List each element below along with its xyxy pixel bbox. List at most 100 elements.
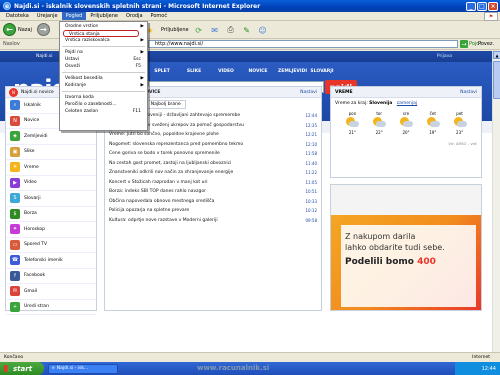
- tab-slike[interactable]: SLIKE: [182, 69, 206, 74]
- weather-settings-link[interactable]: Nastavi: [460, 90, 477, 95]
- view-menu-item[interactable]: Kodiranje ▶: [60, 82, 147, 89]
- menu-priljubljene[interactable]: Priljubljene: [86, 12, 122, 20]
- mail-icon[interactable]: ✉: [209, 24, 221, 36]
- news-item[interactable]: Borza: indeks SBI TOP danes rahlo navzgo…: [109, 189, 317, 196]
- news-headline[interactable]: Nogomet: slovenska reprezentanca pred po…: [109, 142, 243, 147]
- dictionary-icon: S: [10, 193, 20, 204]
- windows-taskbar: start e Najdi.si - isk... www.racunalnik…: [0, 362, 500, 375]
- search-icon: ⌕: [10, 100, 20, 111]
- news-headline[interactable]: Borza: indeks SBI TOP danes rahlo navzgo…: [109, 189, 206, 194]
- messenger-icon[interactable]: ☺: [257, 24, 269, 36]
- tab-zemljevidi[interactable]: ZEMLJEVIDI: [278, 69, 307, 74]
- menu-pogled[interactable]: Pogled: [61, 12, 87, 20]
- taskbar-item-label: Najdi.si - isk...: [56, 366, 89, 371]
- submenu-arrow-icon: ▶: [140, 50, 144, 55]
- ad-line-3: Podelili bomo 400: [345, 257, 436, 267]
- menu-urejanje[interactable]: Urejanje: [33, 12, 62, 20]
- view-menu-item[interactable]: Ustavi Esc: [60, 56, 147, 63]
- news-headline[interactable]: Vreme: jutri bo sončno, popoldne krajevn…: [109, 132, 219, 137]
- sidebar-item[interactable]: ▶ Video: [6, 176, 96, 191]
- news-item[interactable]: Kultura: odprtje nove razstave v Moderni…: [109, 218, 317, 225]
- news-headline[interactable]: Cene goriva se bodo v torek ponovno spre…: [109, 151, 220, 156]
- news-item[interactable]: Vreme: jutri bo sončno, popoldne krajevn…: [109, 132, 317, 139]
- view-menu-item-label: Izvorna koda: [65, 95, 94, 100]
- view-menu-item[interactable]: Poročilo o zasebnosti...: [60, 101, 147, 108]
- scroll-thumb[interactable]: [493, 61, 500, 99]
- tab-novice[interactable]: NOVICE: [246, 69, 270, 74]
- tab-video[interactable]: VIDEO: [214, 69, 238, 74]
- go-arrow-icon: →: [460, 40, 468, 48]
- news-settings-link[interactable]: Nastavi: [300, 90, 317, 95]
- menu-shortcut: Esc: [133, 57, 141, 62]
- advertisement-banner[interactable]: Z nakupom darila lahko obdarite tudi seb…: [330, 184, 482, 311]
- cloud-shape: [402, 121, 413, 127]
- links-label[interactable]: Povez.: [478, 41, 494, 47]
- window-titlebar[interactable]: e Najdi.si - iskalnik slovenskih spletni…: [0, 0, 500, 12]
- view-menu-item[interactable]: Osveži F5: [60, 63, 147, 70]
- news-headline[interactable]: Znanstveniki odkrili nov način za shranj…: [109, 170, 233, 175]
- sidebar-item[interactable]: ✉ Gmail: [6, 284, 96, 300]
- news-headline[interactable]: Koncert v Stožicah razprodan v manj kot …: [109, 180, 208, 185]
- view-menu-item[interactable]: Pojdi na ▶: [60, 49, 147, 56]
- news-item[interactable]: Koncert v Stožicah razprodan v manj kot …: [109, 180, 317, 187]
- vertical-scrollbar[interactable]: ▲ ▼: [492, 51, 500, 362]
- ad-line-1: Z nakupom darila: [345, 232, 416, 241]
- view-menu-item[interactable]: Velikost besedila ▶: [60, 75, 147, 82]
- news-time: 10:33: [305, 198, 317, 204]
- news-headline[interactable]: Policija opozarja na spletne prevare: [109, 208, 189, 213]
- address-label: Naslov: [3, 41, 20, 47]
- sidebar-item[interactable]: S Slovarji: [6, 191, 96, 207]
- weather-temp: 21°: [348, 130, 356, 135]
- sidebar-item[interactable]: ✦ Horoskop: [6, 222, 96, 238]
- site-breadcrumb[interactable]: Najdi.si: [36, 54, 53, 59]
- menu-pomoč[interactable]: Pomoč: [147, 12, 172, 20]
- maximize-button[interactable]: □: [477, 1, 487, 11]
- sidebar-item[interactable]: ▭ Spored TV: [6, 238, 96, 253]
- menu-datoteka[interactable]: Datoteka: [2, 12, 33, 20]
- sidebar-item[interactable]: ☀ Vreme: [6, 160, 96, 176]
- weather-source[interactable]: Vir: ARSO - več: [331, 135, 481, 146]
- news-headline[interactable]: Na cestah gost promet, zastoji na ljublj…: [109, 161, 231, 166]
- favorites-label[interactable]: Priljubljene: [161, 27, 189, 33]
- forward-button[interactable]: →: [36, 23, 50, 36]
- news-item[interactable]: Policija opozarja na spletne prevare 10:1…: [109, 208, 317, 215]
- sidebar-item[interactable]: f Facebook: [6, 269, 96, 284]
- tab-slovarji[interactable]: SLOVARJI: [310, 69, 334, 74]
- history-icon[interactable]: ⟳: [193, 24, 205, 36]
- sidebar-item[interactable]: + Uredi stran: [6, 300, 96, 315]
- login-link[interactable]: Prijava: [437, 54, 452, 59]
- mail-icon: ✉: [10, 286, 20, 297]
- edit-icon[interactable]: ✎: [241, 24, 253, 36]
- partly-cloudy-icon: [426, 117, 440, 129]
- print-icon[interactable]: ⎙: [225, 24, 237, 36]
- minimize-button[interactable]: _: [466, 1, 476, 11]
- scroll-up-button[interactable]: ▲: [493, 51, 500, 59]
- start-button[interactable]: start: [0, 362, 44, 375]
- news-item[interactable]: Na cestah gost promet, zastoji na ljublj…: [109, 161, 317, 168]
- news-item[interactable]: Znanstveniki odkrili nov način za shranj…: [109, 170, 317, 177]
- news-item[interactable]: Nogomet: slovenska reprezentanca pred po…: [109, 142, 317, 149]
- address-input[interactable]: http://www.najdi.si/: [148, 40, 458, 48]
- back-button[interactable]: ← Nazaj: [3, 23, 32, 36]
- news-tab[interactable]: Najbolj brane: [145, 100, 186, 109]
- view-menu-item[interactable]: Orodne vrstice ▶: [60, 23, 147, 30]
- view-menu-item[interactable]: Celoten zaslon F11: [60, 108, 147, 115]
- tab-splet[interactable]: SPLET: [150, 69, 174, 74]
- view-menu-item[interactable]: Izvorna koda: [60, 94, 147, 101]
- sidebar-item[interactable]: ☎ Telefonski imenik: [6, 253, 96, 269]
- weather-change-link[interactable]: zamenjaj: [397, 101, 417, 106]
- news-item[interactable]: Občina napovedala obnovo mestnega središ…: [109, 199, 317, 206]
- horoscope-icon: ✦: [10, 224, 20, 235]
- menu-orodja[interactable]: Orodja: [122, 12, 147, 20]
- view-menu-item[interactable]: Vrstica stanja: [63, 30, 139, 37]
- clock[interactable]: 12:44: [482, 366, 496, 372]
- close-button[interactable]: ×: [488, 1, 498, 11]
- sidebar-item[interactable]: ◈ Zemljevidi: [6, 129, 96, 145]
- news-item[interactable]: Cene goriva se bodo v torek ponovno spre…: [109, 151, 317, 158]
- news-headline[interactable]: Kultura: odprtje nove razstave v Moderni…: [109, 218, 218, 223]
- sidebar-item[interactable]: $ Borza: [6, 207, 96, 222]
- taskbar-ie-window[interactable]: e Najdi.si - isk...: [48, 363, 118, 374]
- sidebar-item[interactable]: ▣ Slike: [6, 145, 96, 160]
- news-headline[interactable]: Občina napovedala obnovo mestnega središ…: [109, 199, 214, 204]
- view-menu-item[interactable]: Vrstica raziskovalca ▶: [60, 37, 147, 44]
